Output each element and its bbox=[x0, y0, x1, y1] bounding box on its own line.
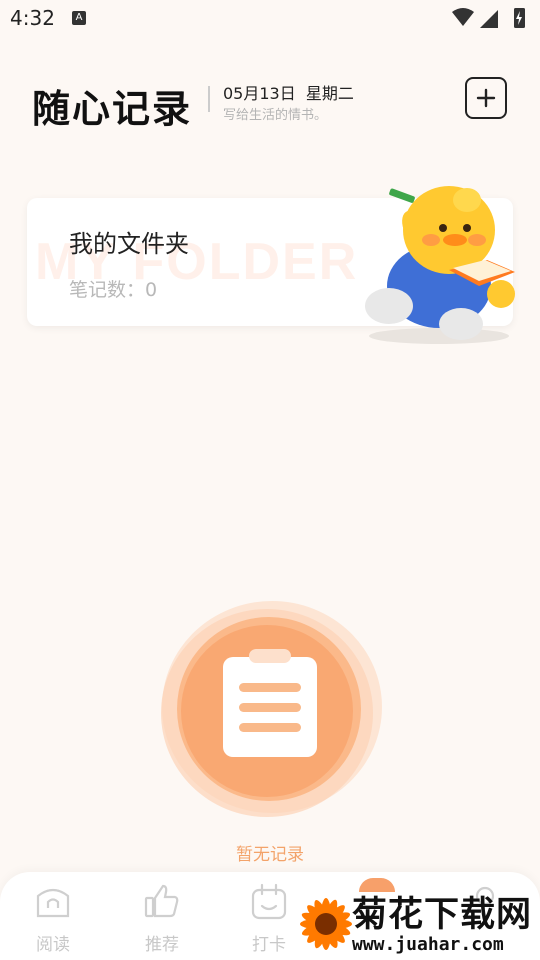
checkin-icon bbox=[251, 883, 287, 920]
home-icon bbox=[36, 888, 70, 918]
folder-title: 我的文件夹 bbox=[69, 230, 189, 258]
thumbs-up-icon bbox=[144, 884, 179, 918]
tab-read[interactable]: 阅读 bbox=[18, 872, 88, 960]
header: 随心记录 05月13日 星期二 写给生活的情书。 bbox=[0, 60, 540, 140]
site-watermark: 菊花下载网 www.juahar.com bbox=[290, 888, 540, 960]
header-date: 05月13日 星期二 bbox=[223, 84, 354, 103]
wifi-icon bbox=[452, 8, 474, 26]
header-slogan: 写给生活的情书。 bbox=[223, 108, 328, 123]
tab-label-recommend: 推荐 bbox=[145, 935, 179, 955]
flower-logo-icon bbox=[300, 898, 352, 950]
empty-notes-illustration bbox=[161, 601, 382, 817]
tab-recommend[interactable]: 推荐 bbox=[127, 872, 197, 960]
status-time: 4:32 bbox=[10, 6, 55, 30]
duck-mascot-illustration bbox=[365, 186, 515, 344]
signal-icon bbox=[480, 10, 498, 28]
app-title: 随心记录 bbox=[32, 86, 193, 131]
status-icons bbox=[452, 8, 525, 28]
folder-count-value: 0 bbox=[145, 279, 158, 301]
tab-label-read: 阅读 bbox=[36, 935, 70, 955]
header-divider bbox=[208, 86, 210, 112]
empty-state-text: 暂无记录 bbox=[236, 845, 304, 865]
folder-card[interactable]: MY FOLDER 我的文件夹 笔记数：0 bbox=[27, 186, 515, 344]
notification-icon: A bbox=[72, 11, 86, 25]
site-watermark-title: 菊花下载网 bbox=[352, 895, 533, 935]
plus-icon bbox=[476, 88, 496, 108]
add-button[interactable] bbox=[465, 77, 507, 119]
folder-note-count: 笔记数：0 bbox=[69, 275, 157, 302]
site-watermark-url: www.juahar.com bbox=[352, 934, 504, 955]
folder-count-label: 笔记数： bbox=[69, 279, 146, 301]
status-bar: 4:32 A bbox=[0, 0, 540, 36]
